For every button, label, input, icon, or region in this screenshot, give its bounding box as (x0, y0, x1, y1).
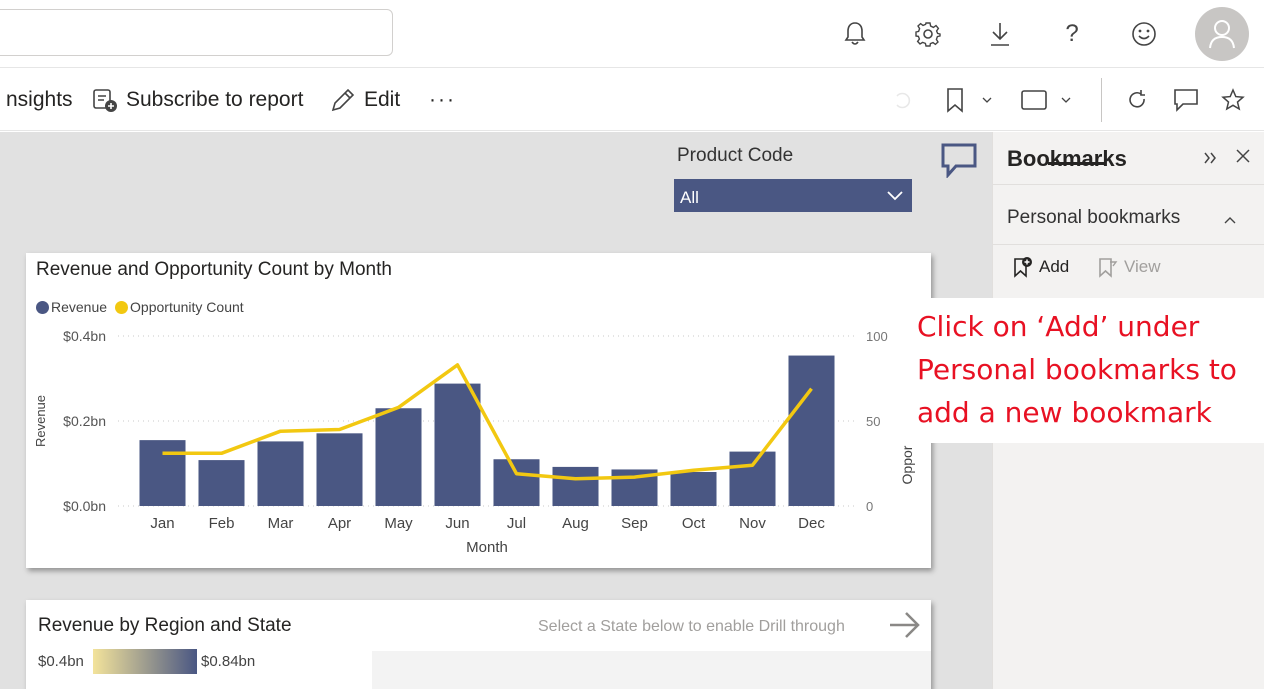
y-tick-label: $0.0bn (63, 498, 106, 514)
bar-revenue-oct (670, 472, 717, 506)
y2-tick-label: 50 (866, 414, 880, 429)
x-tick-label: Mar (268, 515, 294, 532)
comments-icon[interactable] (1173, 81, 1199, 119)
combo-chart-svg: $0.0bn 0 $0.2bn 50 $0.4bn 100 Revenue Oppor Mont… (33, 328, 915, 556)
subscribe-button[interactable]: Subscribe to report (92, 69, 303, 131)
add-bookmark-icon (1013, 256, 1033, 278)
subscribe-icon (92, 87, 118, 113)
chevron-up-icon[interactable] (1223, 212, 1237, 230)
bar-revenue-dec (788, 355, 835, 506)
visual-comment-icon[interactable] (940, 142, 978, 183)
gear-icon[interactable] (908, 14, 948, 54)
gradient-max-label: $0.84bn (201, 653, 256, 670)
product-code-dropdown[interactable]: All (674, 179, 912, 212)
region-card-title: Revenue by Region and State (38, 615, 292, 636)
pane-divider (993, 184, 1264, 185)
instruction-annotation: Click on ‘Add’ under Personal bookmarks … (907, 298, 1264, 443)
annotation-line-3: add a new bookmark (917, 396, 1212, 429)
user-avatar-icon[interactable] (1195, 7, 1249, 61)
more-options-label: ··· (429, 88, 456, 111)
edit-button[interactable]: Edit (330, 69, 400, 131)
bar-revenue-mar (257, 441, 304, 506)
bar-revenue-may (375, 408, 422, 506)
view-bookmark-icon (1098, 256, 1118, 278)
toolbar-divider (1101, 78, 1102, 122)
x-tick-label: Aug (562, 515, 589, 532)
annotation-line-1: Click on ‘Add’ under (917, 310, 1200, 343)
x-tick-label: Oct (682, 515, 706, 532)
region-state-card[interactable]: Revenue by Region and State Select a Sta… (26, 600, 931, 689)
bookmarks-pane-title: Bookmarks (1007, 146, 1127, 171)
close-pane-icon[interactable] (1235, 148, 1251, 169)
chevron-down-icon (886, 187, 904, 207)
expand-pane-icon[interactable] (1203, 146, 1219, 175)
bar-revenue-jun (434, 383, 481, 506)
revenue-opportunity-chart-card[interactable]: Revenue and Opportunity Count by Month R… (26, 253, 931, 568)
slicer-title: Product Code (677, 145, 794, 166)
y2-tick-label: 100 (866, 329, 888, 344)
insights-button[interactable]: nsights (6, 69, 73, 131)
slicer-selected-value: All (680, 188, 699, 207)
favorite-star-icon[interactable] (1221, 81, 1245, 119)
add-bookmark-button[interactable]: Add (1013, 256, 1069, 278)
edit-label: Edit (364, 88, 401, 111)
y2-tick-label: 0 (866, 499, 873, 514)
annotation-line-2: Personal bookmarks to (917, 353, 1237, 386)
insights-label: nsights (6, 88, 73, 111)
bar-revenue-nov (729, 451, 776, 506)
gradient-legend-bar (93, 649, 197, 674)
x-tick-label: Apr (328, 515, 351, 532)
region-map-area[interactable] (372, 651, 931, 689)
view-bookmarks-button[interactable]: View (1098, 256, 1161, 278)
search-input[interactable] (0, 9, 393, 56)
x-tick-label: May (384, 515, 413, 532)
help-icon[interactable]: ? (1052, 14, 1092, 54)
report-action-bar: nsights Subscribe to report Edit ··· (0, 69, 1264, 131)
y-axis-title: Revenue (33, 395, 48, 447)
x-tick-label: Dec (798, 515, 825, 532)
add-bookmark-label: Add (1039, 257, 1070, 276)
bar-revenue-aug (552, 466, 599, 506)
y-tick-label: $0.2bn (63, 413, 106, 429)
bar-revenue-jan (139, 440, 186, 506)
view-bookmark-label: View (1124, 257, 1161, 276)
download-icon[interactable] (980, 14, 1020, 54)
drill-through-hint: Select a State below to enable Drill thr… (538, 618, 845, 635)
top-header-bar: ? (0, 0, 1264, 68)
bell-icon[interactable] (835, 14, 875, 54)
x-tick-label: Jan (150, 515, 174, 532)
drill-through-arrow-icon[interactable] (888, 608, 922, 647)
pencil-icon (330, 87, 356, 113)
bar-revenue-apr (316, 433, 363, 506)
undo-icon[interactable] (892, 81, 912, 119)
add-tab-underline (1048, 162, 1105, 165)
refresh-icon[interactable] (1126, 81, 1148, 119)
view-mode-button[interactable] (1020, 81, 1076, 119)
x-axis-title: Month (466, 539, 508, 556)
gradient-min-label: $0.4bn (38, 653, 84, 670)
x-tick-label: Sep (621, 515, 648, 532)
y-tick-label: $0.4bn (63, 328, 106, 344)
x-tick-label: Jul (507, 515, 526, 532)
more-options-button[interactable]: ··· (429, 69, 456, 131)
y2-axis-title: Oppor (899, 445, 915, 484)
subscribe-label: Subscribe to report (126, 88, 304, 111)
feedback-smiley-icon[interactable] (1124, 14, 1164, 54)
x-tick-label: Jun (445, 515, 469, 532)
personal-bookmarks-header[interactable]: Personal bookmarks (1007, 207, 1180, 229)
bar-revenue-jul (493, 459, 540, 506)
bar-revenue-feb (198, 460, 245, 506)
bookmark-menu-button[interactable] (945, 81, 995, 119)
x-tick-label: Feb (209, 515, 235, 532)
pane-divider (993, 244, 1264, 245)
x-tick-label: Nov (739, 515, 766, 532)
